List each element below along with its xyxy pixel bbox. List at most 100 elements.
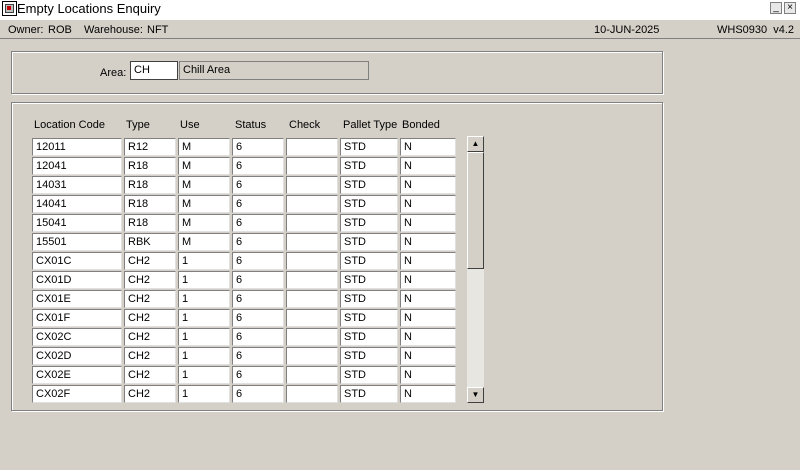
status-cell[interactable]: 6	[232, 309, 284, 327]
check-cell[interactable]	[286, 195, 338, 213]
check-cell[interactable]	[286, 233, 338, 251]
pallet-type-cell[interactable]: STD	[340, 233, 398, 251]
bonded-cell[interactable]: N	[400, 366, 456, 384]
type-cell[interactable]: CH2	[124, 252, 176, 270]
check-cell[interactable]	[286, 157, 338, 175]
status-cell[interactable]: 6	[232, 157, 284, 175]
bonded-cell[interactable]: N	[400, 233, 456, 251]
location-code-cell[interactable]: 12011	[32, 138, 122, 156]
check-cell[interactable]	[286, 214, 338, 232]
type-cell[interactable]: R18	[124, 157, 176, 175]
use-cell[interactable]: 1	[178, 328, 230, 346]
check-cell[interactable]	[286, 252, 338, 270]
check-cell[interactable]	[286, 176, 338, 194]
area-code-input[interactable]: CH	[130, 61, 178, 80]
bonded-cell[interactable]: N	[400, 214, 456, 232]
location-code-cell[interactable]: CX02D	[32, 347, 122, 365]
pallet-type-cell[interactable]: STD	[340, 290, 398, 308]
grid-scrollbar[interactable]: ▲ ▼	[467, 136, 484, 403]
type-cell[interactable]: CH2	[124, 271, 176, 289]
check-cell[interactable]	[286, 309, 338, 327]
bonded-cell[interactable]: N	[400, 328, 456, 346]
status-cell[interactable]: 6	[232, 214, 284, 232]
type-cell[interactable]: CH2	[124, 385, 176, 403]
use-cell[interactable]: 1	[178, 271, 230, 289]
location-code-cell[interactable]: 14031	[32, 176, 122, 194]
use-cell[interactable]: M	[178, 138, 230, 156]
location-code-cell[interactable]: 15041	[32, 214, 122, 232]
check-cell[interactable]	[286, 290, 338, 308]
pallet-type-cell[interactable]: STD	[340, 309, 398, 327]
type-cell[interactable]: R18	[124, 195, 176, 213]
app-icon[interactable]	[2, 1, 17, 16]
check-cell[interactable]	[286, 366, 338, 384]
status-cell[interactable]: 6	[232, 347, 284, 365]
type-cell[interactable]: R18	[124, 214, 176, 232]
pallet-type-cell[interactable]: STD	[340, 252, 398, 270]
use-cell[interactable]: 1	[178, 252, 230, 270]
bonded-cell[interactable]: N	[400, 290, 456, 308]
status-cell[interactable]: 6	[232, 385, 284, 403]
use-cell[interactable]: M	[178, 214, 230, 232]
pallet-type-cell[interactable]: STD	[340, 366, 398, 384]
location-code-cell[interactable]: CX02F	[32, 385, 122, 403]
type-cell[interactable]: CH2	[124, 290, 176, 308]
check-cell[interactable]	[286, 385, 338, 403]
type-cell[interactable]: CH2	[124, 366, 176, 384]
bonded-cell[interactable]: N	[400, 252, 456, 270]
location-code-cell[interactable]: 15501	[32, 233, 122, 251]
status-cell[interactable]: 6	[232, 290, 284, 308]
status-cell[interactable]: 6	[232, 271, 284, 289]
location-code-cell[interactable]: 14041	[32, 195, 122, 213]
type-cell[interactable]: CH2	[124, 347, 176, 365]
type-cell[interactable]: CH2	[124, 309, 176, 327]
use-cell[interactable]: 1	[178, 309, 230, 327]
use-cell[interactable]: 1	[178, 366, 230, 384]
pallet-type-cell[interactable]: STD	[340, 157, 398, 175]
use-cell[interactable]: 1	[178, 385, 230, 403]
check-cell[interactable]	[286, 347, 338, 365]
close-icon[interactable]: ×	[784, 2, 796, 14]
status-cell[interactable]: 6	[232, 328, 284, 346]
check-cell[interactable]	[286, 328, 338, 346]
status-cell[interactable]: 6	[232, 195, 284, 213]
bonded-cell[interactable]: N	[400, 176, 456, 194]
use-cell[interactable]: M	[178, 157, 230, 175]
check-cell[interactable]	[286, 138, 338, 156]
status-cell[interactable]: 6	[232, 233, 284, 251]
location-code-cell[interactable]: CX01D	[32, 271, 122, 289]
bonded-cell[interactable]: N	[400, 195, 456, 213]
status-cell[interactable]: 6	[232, 176, 284, 194]
use-cell[interactable]: 1	[178, 290, 230, 308]
scroll-down-icon[interactable]: ▼	[467, 387, 484, 403]
bonded-cell[interactable]: N	[400, 347, 456, 365]
bonded-cell[interactable]: N	[400, 138, 456, 156]
type-cell[interactable]: R12	[124, 138, 176, 156]
bonded-cell[interactable]: N	[400, 157, 456, 175]
status-cell[interactable]: 6	[232, 252, 284, 270]
pallet-type-cell[interactable]: STD	[340, 347, 398, 365]
pallet-type-cell[interactable]: STD	[340, 138, 398, 156]
status-cell[interactable]: 6	[232, 366, 284, 384]
use-cell[interactable]: 1	[178, 347, 230, 365]
scroll-thumb[interactable]	[467, 152, 484, 269]
location-code-cell[interactable]: CX02E	[32, 366, 122, 384]
bonded-cell[interactable]: N	[400, 309, 456, 327]
pallet-type-cell[interactable]: STD	[340, 271, 398, 289]
location-code-cell[interactable]: CX02C	[32, 328, 122, 346]
use-cell[interactable]: M	[178, 195, 230, 213]
scroll-up-icon[interactable]: ▲	[467, 136, 484, 152]
minimize-icon[interactable]: _	[770, 2, 782, 14]
pallet-type-cell[interactable]: STD	[340, 328, 398, 346]
pallet-type-cell[interactable]: STD	[340, 214, 398, 232]
use-cell[interactable]: M	[178, 233, 230, 251]
bonded-cell[interactable]: N	[400, 271, 456, 289]
pallet-type-cell[interactable]: STD	[340, 195, 398, 213]
type-cell[interactable]: R18	[124, 176, 176, 194]
use-cell[interactable]: M	[178, 176, 230, 194]
type-cell[interactable]: CH2	[124, 328, 176, 346]
status-cell[interactable]: 6	[232, 138, 284, 156]
location-code-cell[interactable]: CX01E	[32, 290, 122, 308]
check-cell[interactable]	[286, 271, 338, 289]
bonded-cell[interactable]: N	[400, 385, 456, 403]
